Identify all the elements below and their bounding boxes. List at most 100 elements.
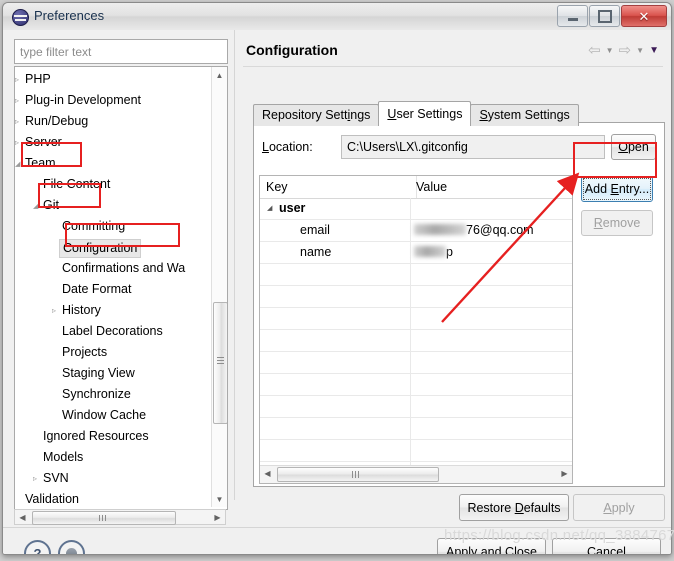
restore-defaults-button[interactable]: Restore Defaults [459, 494, 569, 521]
table-row[interactable] [260, 330, 572, 352]
table-row[interactable] [260, 286, 572, 308]
group-expand-icon[interactable] [267, 198, 272, 219]
entry-value: p [446, 245, 453, 259]
collapse-arrow-icon[interactable] [15, 132, 24, 153]
apply-button[interactable]: Apply [573, 494, 665, 521]
sidebar-item-team[interactable]: Team [15, 153, 211, 174]
entry-key: name [300, 245, 332, 259]
table-row[interactable] [260, 264, 572, 286]
table-cell-value: 76@qq.com [410, 220, 572, 241]
expand-arrow-icon[interactable] [33, 195, 42, 216]
table-horizontal-scrollbar[interactable]: ◀ ▶ [260, 465, 572, 483]
collapse-arrow-icon[interactable] [15, 111, 24, 132]
table-scroll-left-icon[interactable]: ◀ [260, 466, 275, 480]
tree-scroll-thumb[interactable] [213, 302, 227, 424]
table-row[interactable] [260, 396, 572, 418]
close-button[interactable]: ✕ [621, 5, 667, 27]
title-bar[interactable]: Preferences ✕ [3, 3, 671, 31]
remove-button[interactable]: Remove [581, 210, 653, 236]
table-row[interactable] [260, 352, 572, 374]
scroll-up-icon[interactable]: ▲ [212, 67, 227, 83]
scroll-right-icon[interactable]: ▶ [210, 510, 225, 524]
toggle-icon[interactable] [58, 540, 85, 554]
sidebar-item-label: Synchronize [62, 387, 131, 401]
collapse-arrow-icon[interactable] [15, 69, 24, 90]
help-icon[interactable]: ? [24, 540, 51, 554]
table-hscroll-thumb[interactable] [277, 467, 439, 482]
location-field[interactable] [341, 135, 605, 159]
collapse-arrow-icon[interactable] [33, 468, 42, 489]
sidebar-item-ignored-resources[interactable]: Ignored Resources [15, 426, 211, 447]
sidebar-item-label: SVN [43, 471, 69, 485]
sidebar-item-label: PHP [25, 72, 51, 86]
sidebar-item-date-format[interactable]: Date Format [15, 279, 211, 300]
table-row[interactable]: email 76@qq.com [260, 220, 572, 242]
table-cell-key [260, 264, 411, 285]
sidebar-item-server[interactable]: Server [15, 132, 211, 153]
sidebar-item-run-debug[interactable]: Run/Debug [15, 111, 211, 132]
remove-label-rest: emove [602, 216, 641, 230]
table-cell-value [410, 286, 572, 307]
table-row[interactable]: name p [260, 242, 572, 264]
sidebar-item-label: Configuration [59, 239, 142, 258]
expand-arrow-icon[interactable] [15, 153, 24, 174]
table-row[interactable] [260, 440, 572, 462]
table-row[interactable]: user [260, 198, 572, 220]
preference-tree[interactable]: PHP Plug-in Development Run/Debug Server Tea… [14, 66, 228, 510]
table-cell-key [260, 330, 411, 351]
forward-chevron-down-icon[interactable]: ▼ [636, 46, 644, 55]
tree-vertical-scrollbar[interactable]: ▲ ▼ [211, 67, 227, 507]
sidebar-item-label: Confirmations and Wa [62, 261, 186, 275]
minimize-button[interactable] [557, 5, 588, 27]
filter-box[interactable] [14, 39, 228, 64]
sidebar-item-php[interactable]: PHP [15, 69, 211, 90]
sidebar-item-synchronize[interactable]: Synchronize [15, 384, 211, 405]
tab-system-settings[interactable]: System Settings [470, 104, 579, 126]
sidebar-item-git[interactable]: Git [15, 195, 211, 216]
scroll-down-icon[interactable]: ▼ [212, 491, 227, 507]
column-header-key[interactable]: Key [260, 176, 417, 198]
sidebar-item-file-content[interactable]: File Content [15, 174, 211, 195]
scroll-left-icon[interactable]: ◀ [15, 510, 30, 524]
sidebar-item-models[interactable]: Models [15, 447, 211, 468]
tab-repository-settings[interactable]: Repository Settings [253, 104, 380, 126]
tab-user-settings[interactable]: User Settings [378, 101, 472, 126]
tree-horizontal-scrollbar[interactable]: ◀ ▶ [14, 509, 226, 525]
table-row[interactable] [260, 374, 572, 396]
back-arrow-icon[interactable]: ⇦ [588, 43, 601, 58]
navigation-toolbar: ⇦ ▼ ⇨ ▼ ▼ [588, 43, 659, 58]
sidebar-item-staging-view[interactable]: Staging View [15, 363, 211, 384]
table-row[interactable] [260, 418, 572, 440]
column-header-value[interactable]: Value [410, 176, 572, 198]
sidebar-item-history[interactable]: History [15, 300, 211, 321]
table-cell-key [260, 286, 411, 307]
window-controls: ✕ [557, 5, 667, 27]
sidebar-item-committing[interactable]: Committing [15, 216, 211, 237]
table-cell-key [260, 352, 411, 373]
sidebar-item-projects[interactable]: Projects [15, 342, 211, 363]
view-menu-icon[interactable]: ▼ [649, 45, 659, 56]
sidebar-item-label: Date Format [62, 282, 132, 296]
tree-hscroll-thumb[interactable] [32, 511, 176, 525]
sidebar-item-label-decorations[interactable]: Label Decorations [15, 321, 211, 342]
sidebar-item-confirmations-and-wa[interactable]: Confirmations and Wa [15, 258, 211, 279]
sidebar-item-plug-in-development[interactable]: Plug-in Development [15, 90, 211, 111]
sidebar-item-configuration[interactable]: Configuration [15, 237, 211, 258]
sidebar-item-svn[interactable]: SVN [15, 468, 211, 489]
open-button[interactable]: Open [611, 134, 656, 160]
table-scroll-right-icon[interactable]: ▶ [557, 466, 572, 480]
search-input[interactable] [15, 40, 227, 63]
sidebar-item-validation[interactable]: Validation [15, 489, 211, 509]
collapse-arrow-icon[interactable] [15, 90, 24, 111]
add-entry-button[interactable]: Add Entry... [581, 176, 653, 202]
table-cell-key [260, 418, 411, 439]
location-input[interactable] [342, 136, 604, 158]
sidebar-item-window-cache[interactable]: Window Cache [15, 405, 211, 426]
collapse-arrow-icon[interactable] [52, 300, 61, 321]
sidebar-item-label: File Content [43, 177, 111, 191]
forward-arrow-icon[interactable]: ⇨ [619, 43, 632, 58]
restore-button[interactable] [589, 5, 620, 27]
back-chevron-down-icon[interactable]: ▼ [606, 46, 614, 55]
config-table[interactable]: Key Value user email 76@qq.com name p ◀ ▶ [259, 175, 573, 484]
table-row[interactable] [260, 308, 572, 330]
